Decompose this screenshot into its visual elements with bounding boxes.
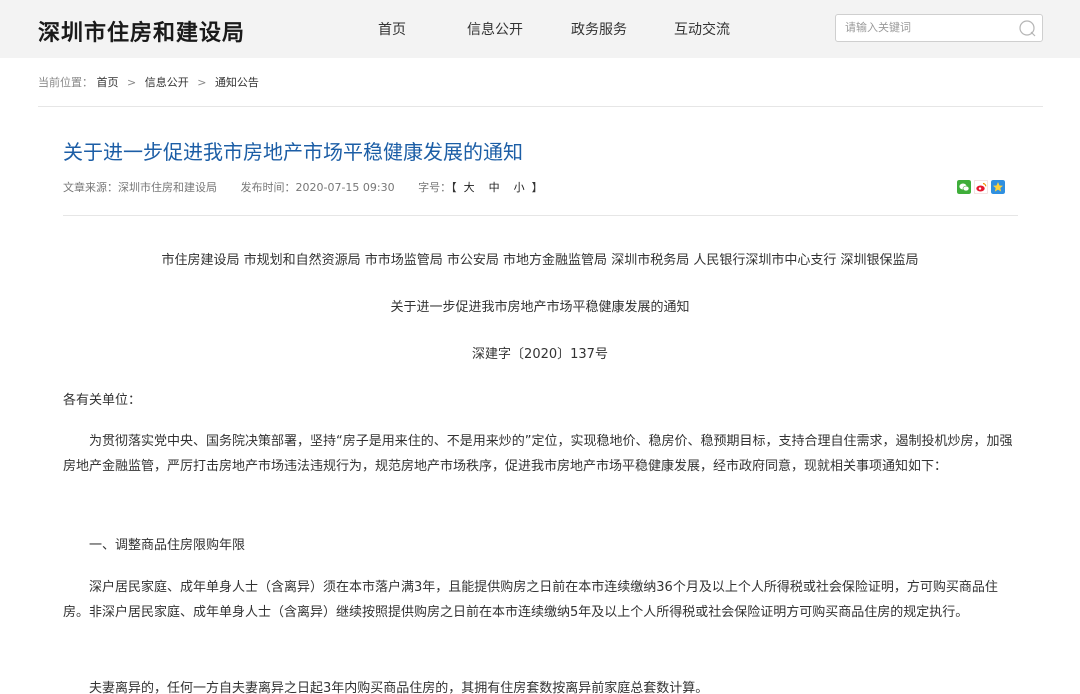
divider (38, 106, 1043, 107)
search-input[interactable] (845, 21, 1015, 34)
weibo-share-icon[interactable] (974, 180, 988, 194)
breadcrumb: 当前位置： 首页 > 信息公开 > 通知公告 (38, 74, 259, 90)
document-recipients: 市住房建设局 市规划和自然资源局 市市场监管局 市公安局 市地方金融监管局 深圳… (161, 253, 919, 268)
breadcrumb-label: 当前位置： (38, 76, 93, 89)
breadcrumb-separator: > (127, 76, 137, 89)
site-header: 深圳市住房和建设局 首页 信息公开 政务服务 互动交流 (0, 0, 1080, 58)
breadcrumb-item-info-disclosure[interactable]: 信息公开 (145, 76, 189, 89)
breadcrumb-separator: > (197, 76, 207, 89)
document-title: 关于进一步促进我市房地产市场平稳健康发展的通知 (390, 300, 690, 315)
section-heading: 一、调整商品住房限购年限 (89, 538, 246, 553)
body-paragraph: 为贯彻落实党中央、国务院决策部署，坚持“房子是用来住的、不是用来炒的”定位，实现… (63, 434, 1013, 474)
font-size-label: 字号： (418, 181, 452, 194)
nav-item-government-services[interactable]: 政务服务 (571, 19, 627, 39)
font-size-bracket-close: 】 (531, 181, 543, 194)
site-title[interactable]: 深圳市住房和建设局 (38, 15, 245, 47)
font-size-control: 字号：【大 中 小】 (418, 181, 543, 194)
share-bar (957, 180, 1005, 194)
font-size-large-button[interactable]: 大 (464, 181, 475, 194)
font-size-small-button[interactable]: 小 (514, 181, 525, 194)
body-paragraph: 深户居民家庭、成年单身人士（含离异）须在本市落户满3年，且能提供购房之日前在本市… (63, 580, 998, 620)
article-meta: 文章来源：深圳市住房和建设局 发布时间：2020-07-15 09:30 字号：… (63, 179, 543, 195)
font-size-medium-button[interactable]: 中 (489, 181, 500, 194)
breadcrumb-item-notices[interactable]: 通知公告 (215, 76, 259, 89)
nav-item-interaction[interactable]: 互动交流 (674, 19, 730, 39)
article-title: 关于进一步促进我市房地产市场平稳健康发展的通知 (63, 140, 523, 164)
nav-item-info-disclosure[interactable]: 信息公开 (467, 19, 523, 39)
salutation: 各有关单位： (63, 393, 142, 408)
search-icon[interactable] (1018, 19, 1036, 37)
document-number: 深建字〔2020〕137号 (472, 347, 608, 362)
breadcrumb-item-home[interactable]: 首页 (97, 76, 119, 89)
search-box (835, 14, 1043, 42)
font-size-bracket-open: 【 (451, 181, 457, 194)
article-source: 文章来源：深圳市住房和建设局 (63, 181, 217, 194)
article-publish-time: 发布时间：2020-07-15 09:30 (240, 181, 395, 194)
divider (63, 215, 1018, 216)
wechat-share-icon[interactable] (957, 180, 971, 194)
qzone-share-icon[interactable] (991, 180, 1005, 194)
nav-item-home[interactable]: 首页 (378, 19, 406, 39)
body-paragraph: 夫妻离异的，任何一方自夫妻离异之日起3年内购买商品住房的，其拥有住房套数按离异前… (89, 681, 709, 694)
